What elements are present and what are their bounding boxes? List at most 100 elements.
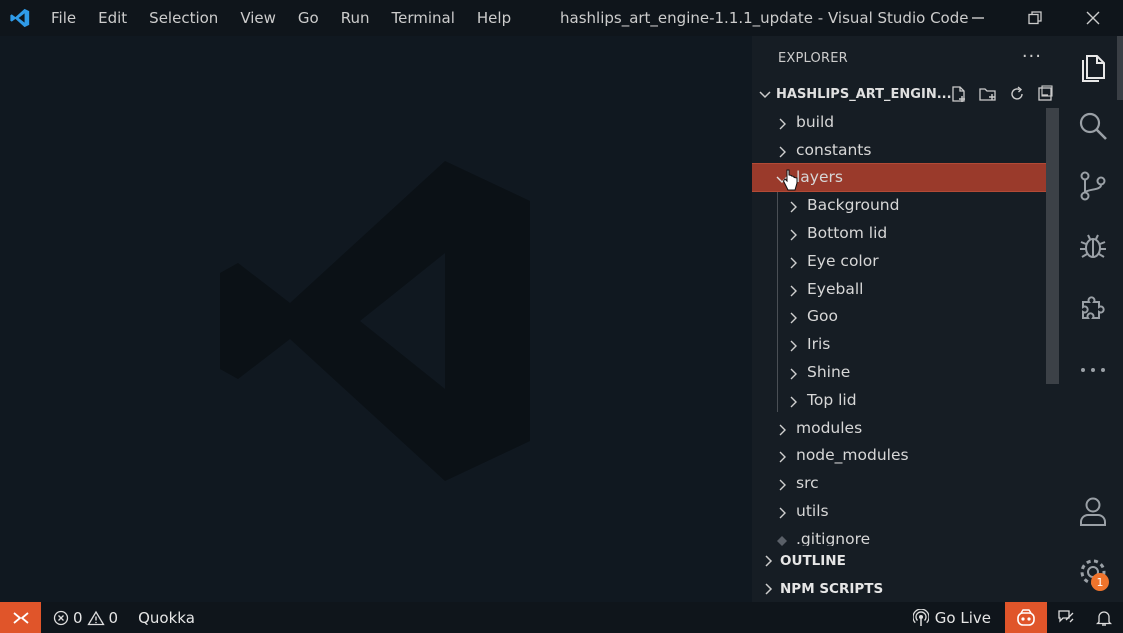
chevron-right-icon [787, 366, 799, 380]
menu-help[interactable]: Help [466, 0, 522, 36]
warning-count: 0 [108, 608, 119, 627]
tree-item-label: node_modules [796, 446, 909, 465]
copilot-icon[interactable] [1005, 602, 1047, 633]
tree-folder-item[interactable]: modules [752, 414, 1046, 442]
go-live-button[interactable]: Go Live [912, 608, 991, 627]
chevron-right-icon [787, 255, 799, 269]
tree-folder-item[interactable]: Eye color [752, 247, 1046, 275]
status-bar: 0 0 Quokka Go Live [0, 602, 1123, 633]
feedback-icon[interactable] [1047, 602, 1085, 633]
tree-folder-item[interactable]: Goo [752, 303, 1046, 331]
vscode-watermark-icon [220, 161, 530, 481]
npm-scripts-section[interactable]: NPM SCRIPTS [752, 575, 1062, 603]
tree-folder-item[interactable]: node_modules [752, 442, 1046, 470]
tree-item-label: Top lid [807, 390, 857, 409]
indent-guide [777, 192, 778, 412]
file-icon [776, 533, 788, 546]
tree-folder-item[interactable]: Eyeball [752, 275, 1046, 303]
quokka-status[interactable]: Quokka [138, 609, 195, 627]
file-tree: build constants layers Background Bottom lid… [752, 108, 1046, 546]
outline-section[interactable]: OUTLINE [752, 547, 1062, 575]
tree-folder-item[interactable]: Shine [752, 358, 1046, 386]
chevron-right-icon [776, 477, 788, 491]
tree-folder-item[interactable]: constants [752, 136, 1046, 164]
tree-item-label: Goo [807, 307, 838, 326]
chevron-right-icon [776, 422, 788, 436]
tree-item-label: constants [796, 140, 872, 159]
extensions-icon[interactable] [1062, 284, 1123, 332]
new-file-icon[interactable] [950, 85, 968, 103]
menu-bar: File Edit Selection View Go Run Terminal Help [40, 0, 522, 36]
tree-item-label: Bottom lid [807, 224, 888, 243]
menu-file[interactable]: File [40, 0, 87, 36]
menu-view[interactable]: View [229, 0, 287, 36]
tree-item-label: build [796, 112, 835, 131]
explorer-icon[interactable] [1062, 42, 1123, 90]
tree-item-label: modules [796, 418, 863, 437]
more-views-icon[interactable] [1062, 346, 1123, 394]
run-debug-icon[interactable] [1062, 222, 1123, 270]
problems-status[interactable]: 0 0 [53, 609, 118, 627]
tree-folder-item[interactable]: Bottom lid [752, 219, 1046, 247]
activity-scrollbar[interactable] [1117, 36, 1123, 100]
tree-item-label: utils [796, 502, 829, 521]
chevron-down-icon [759, 91, 771, 99]
tree-file-item[interactable]: .gitignore [752, 525, 1046, 546]
error-count: 0 [73, 608, 83, 627]
menu-go[interactable]: Go [287, 0, 330, 36]
activity-bar [1062, 36, 1123, 602]
notifications-bell-icon[interactable] [1085, 602, 1123, 633]
tree-item-label: Eyeball [807, 279, 864, 298]
explorer-scrollbar[interactable] [1046, 108, 1059, 384]
collapse-all-icon[interactable] [1036, 85, 1054, 103]
tree-item-label: layers [796, 168, 843, 187]
menu-selection[interactable]: Selection [138, 0, 229, 36]
tree-item-label: Eye color [807, 251, 879, 270]
explorer-sidebar: EXPLORER ··· HASHLIPS_ART_ENGIN... build… [752, 36, 1062, 602]
chevron-right-icon [787, 394, 799, 408]
accounts-icon[interactable] [1062, 488, 1123, 536]
explorer-title: EXPLORER [778, 50, 848, 66]
editor-empty-area [0, 36, 752, 602]
title-bar: File Edit Selection View Go Run Terminal Help h… [0, 0, 1123, 36]
chevron-right-icon [765, 583, 773, 595]
more-actions-icon[interactable]: ··· [1022, 46, 1042, 67]
workspace-root[interactable]: HASHLIPS_ART_ENGIN... [752, 80, 1062, 108]
explorer-header: EXPLORER ··· [752, 36, 1062, 80]
chevron-right-icon [787, 199, 799, 213]
minimize-icon[interactable] [949, 0, 1007, 36]
new-folder-icon[interactable] [978, 85, 998, 103]
source-control-icon[interactable] [1062, 162, 1123, 210]
tree-folder-item[interactable]: layers [752, 162, 1046, 193]
close-icon[interactable] [1064, 0, 1122, 36]
manage-gear-icon[interactable] [1062, 548, 1123, 596]
chevron-right-icon [787, 227, 799, 241]
npm-scripts-label: NPM SCRIPTS [780, 581, 884, 597]
warning-icon [86, 610, 105, 625]
tree-folder-item[interactable]: utils [752, 497, 1046, 525]
vscode-logo-icon [0, 0, 40, 36]
chevron-right-icon [787, 338, 799, 352]
tree-item-label: src [796, 474, 819, 493]
search-icon[interactable] [1062, 102, 1123, 150]
refresh-icon[interactable] [1008, 85, 1026, 103]
chevron-right-icon [787, 310, 799, 324]
tree-folder-item[interactable]: Background [752, 191, 1046, 219]
tree-item-label: Shine [807, 363, 851, 382]
tree-folder-item[interactable]: Top lid [752, 386, 1046, 414]
error-icon [53, 610, 69, 625]
restore-icon[interactable] [1006, 0, 1064, 36]
tree-folder-item[interactable]: src [752, 469, 1046, 497]
chevron-right-icon [776, 449, 788, 463]
outline-label: OUTLINE [780, 553, 846, 569]
chevron-right-icon [776, 116, 788, 130]
menu-run[interactable]: Run [330, 0, 381, 36]
tree-folder-item[interactable]: build [752, 108, 1046, 136]
window-title: hashlips_art_engine-1.1.1_update - Visua… [560, 9, 969, 27]
tree-folder-item[interactable]: Iris [752, 330, 1046, 358]
menu-terminal[interactable]: Terminal [381, 0, 466, 36]
chevron-right-icon [776, 144, 788, 158]
chevron-right-icon [787, 283, 799, 297]
remote-indicator-icon[interactable] [0, 602, 41, 633]
menu-edit[interactable]: Edit [87, 0, 138, 36]
